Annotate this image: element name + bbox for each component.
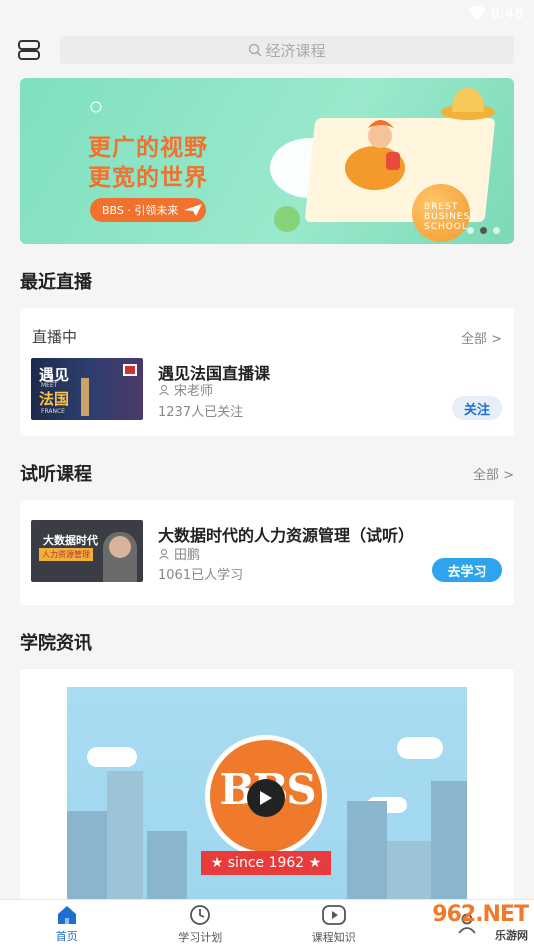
trial-thumbnail[interactable]: 大数据时代 人力资源管理 (31, 520, 143, 582)
video-building (107, 771, 143, 901)
live-thumbnail[interactable]: 遇见 MEET 法国 FRANCE (31, 358, 143, 420)
banner-headline-1: 更广的视野 (88, 135, 208, 161)
scan-icon[interactable] (18, 39, 40, 61)
tower-illustration (81, 378, 89, 416)
carousel-dot[interactable] (493, 227, 500, 234)
flag-icon (123, 364, 137, 376)
search-input[interactable]: 经济课程 (60, 36, 514, 64)
video-building (431, 781, 467, 901)
trial-thumb-title: 大数据时代 (43, 534, 98, 547)
banner-girl-illustration (345, 120, 405, 190)
video-building (67, 811, 107, 901)
teacher-face (109, 536, 131, 558)
tab-study-plan-label: 学习计划 (178, 931, 223, 944)
video-building (387, 841, 431, 901)
play-button[interactable] (247, 779, 285, 817)
person-icon (159, 384, 169, 395)
tab-study-plan[interactable]: 学习计划 (134, 900, 268, 949)
live-teacher-name: 宋老师 (174, 384, 214, 399)
banner-planet-illustration (274, 206, 300, 232)
status-time: 8:48 (490, 4, 524, 22)
video-cloud (87, 747, 137, 767)
home-icon (57, 906, 76, 924)
trial-item-teacher: 田鹏 (158, 544, 200, 563)
news-card: BBS ★ since 1962 ★ (20, 669, 514, 901)
live-item-teacher: 宋老师 (158, 380, 213, 399)
live-item-followers: 1237人已关注 (158, 405, 244, 420)
trial-more-link[interactable]: 全部 > (473, 464, 514, 483)
tab-course-knowledge[interactable]: 课程知识 (267, 900, 401, 949)
tab-home-label: 首页 (55, 930, 78, 943)
banner-cta-button[interactable]: BBS · 引领未来 (90, 198, 206, 222)
banner-headline-2: 更宽的世界 (88, 165, 208, 191)
paper-plane-icon (184, 204, 203, 216)
search-icon (249, 43, 263, 57)
live-thumb-title-2: 法国 (39, 390, 70, 408)
carousel-indicators (467, 227, 500, 234)
trial-item-learners: 1061已人学习 (158, 568, 244, 583)
play-icon (321, 905, 346, 925)
news-video[interactable]: BBS ★ since 1962 ★ (67, 687, 467, 901)
live-status-label: 直播中 (32, 328, 78, 346)
tab-home[interactable]: 首页 (0, 900, 134, 949)
follow-button[interactable]: 关注 (452, 396, 502, 420)
play-icon (260, 791, 272, 805)
since-ribbon: ★ since 1962 ★ (201, 851, 331, 875)
watermark-sub: 乐游网 (495, 929, 528, 942)
video-building (347, 801, 387, 901)
watermark-main: 962.NET (432, 902, 529, 927)
banner-carousel[interactable]: BREST BUSINESS SCHOOL 更广的视野 更宽的世界 BBS · … (20, 78, 514, 244)
trial-item-title[interactable]: 大数据时代的人力资源管理（试听） (158, 522, 414, 546)
clock-icon (190, 905, 211, 925)
trial-card: 大数据时代 人力资源管理 大数据时代的人力资源管理（试听） 田鹏 1061已人学… (20, 500, 514, 605)
section-title-live: 最近直播 (20, 272, 92, 293)
carousel-dot-active[interactable] (480, 227, 487, 234)
search-placeholder: 经济课程 (265, 41, 326, 60)
trial-teacher-name: 田鹏 (174, 548, 201, 563)
video-building (147, 831, 187, 901)
study-button[interactable]: 去学习 (432, 558, 502, 582)
carousel-dot[interactable] (467, 227, 474, 234)
banner-logo-icon (90, 101, 102, 113)
trial-thumb-sub: 人力资源管理 (39, 548, 93, 561)
video-cloud (397, 737, 443, 759)
watermark: 962.NET 乐游网 (432, 902, 529, 943)
live-thumb-sub-2: FRANCE (41, 408, 65, 415)
top-bar: 经济课程 (0, 36, 534, 66)
person-icon (159, 548, 169, 559)
banner-cta-label: BBS · 引领未来 (102, 204, 179, 217)
tab-course-knowledge-label: 课程知识 (311, 931, 356, 944)
status-bar: 8:48 (0, 0, 534, 28)
section-title-trial: 试听课程 (20, 464, 92, 485)
wifi-icon (468, 6, 486, 20)
banner-hat-illustration (441, 88, 495, 120)
section-title-news: 学院资讯 (20, 633, 92, 654)
live-more-link[interactable]: 全部 > (461, 328, 502, 347)
live-card: 直播中 全部 > 遇见 MEET 法国 FRANCE 遇见法国直播课 宋老师 1… (20, 308, 514, 436)
